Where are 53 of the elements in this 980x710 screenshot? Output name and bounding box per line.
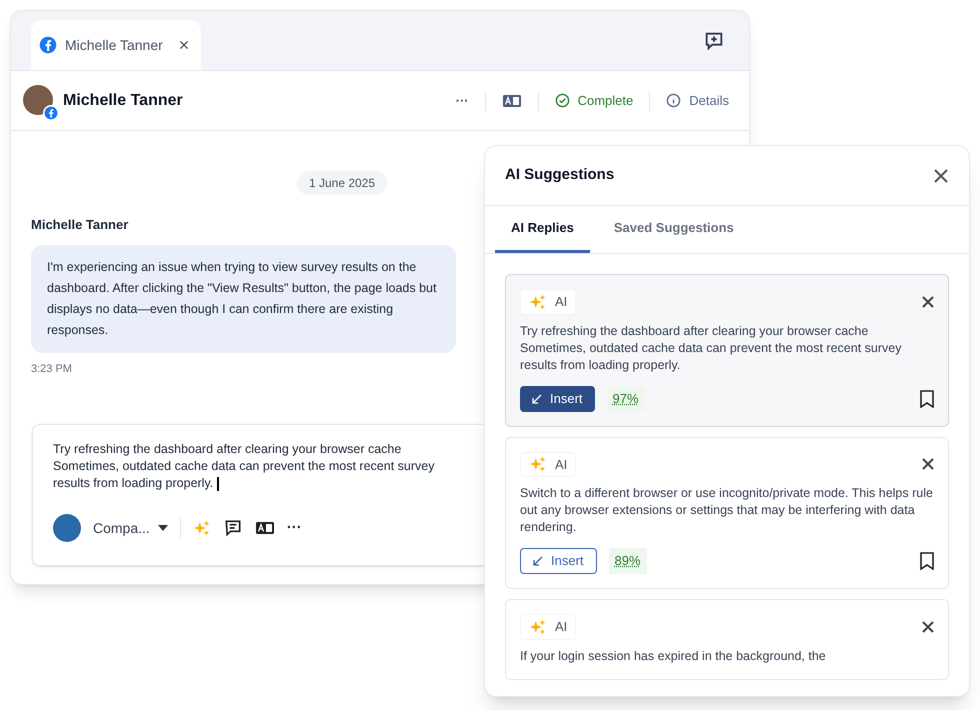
tab-title: Michelle Tanner <box>65 36 163 54</box>
sparkle-icon <box>529 292 547 311</box>
close-icon[interactable] <box>922 458 934 470</box>
facebook-icon <box>39 36 57 54</box>
sparkle-icon <box>529 618 547 636</box>
insert-button[interactable]: Insert <box>520 386 595 412</box>
ai-badge: AI <box>520 289 576 314</box>
panel-tab[interactable]: AI Replies <box>495 206 590 253</box>
suggestion-text: Switch to a different browser or use incognito/private mode. This helps rule out any browser extensions or settings that may be interfering with data rendering. <box>520 485 934 536</box>
new-message-icon[interactable] <box>703 30 725 52</box>
close-tab-button[interactable]: × <box>178 32 190 58</box>
details-button[interactable]: Details <box>666 90 729 110</box>
confidence-score: 97% <box>606 386 645 412</box>
complete-button[interactable]: Complete <box>554 90 634 110</box>
close-icon[interactable] <box>922 620 934 633</box>
insert-button[interactable]: Insert <box>520 548 597 574</box>
account-avatar <box>53 514 81 542</box>
sparkle-icon <box>529 455 547 474</box>
bookmark-icon[interactable] <box>920 552 934 570</box>
caret-icon <box>158 525 168 531</box>
panel-title: AI Suggestions <box>505 165 614 186</box>
sender-name: Michelle Tanner <box>31 216 128 234</box>
suggestion-card[interactable]: AI Switch to a different browser or use incognito/private mode. This helps rule out any browser extensions or settings that may be interfering with data rendering. Insert 89% <box>505 436 949 589</box>
translate-icon[interactable] <box>254 520 275 536</box>
comment-icon[interactable] <box>222 518 243 538</box>
message-bubble: I'm experiencing an issue when trying to view survey results on the dashboard. After clicking the "View Results" button, the page loads but displays no data—even though I can confirm there are existing responses. <box>31 244 456 352</box>
suggestion-text: Try refreshing the dashboard after clearing your browser cache Sometimes, outdated cache data can prevent the most recent survey results from loading properly. <box>520 322 902 374</box>
check-circle-icon <box>554 93 570 108</box>
more-button[interactable]: ··· <box>286 516 302 540</box>
conversation-tab[interactable]: Michelle Tanner × <box>31 20 201 70</box>
message-time: 3:23 PM <box>31 362 72 376</box>
account-dropdown[interactable]: Compa... <box>93 518 168 538</box>
bookmark-icon[interactable] <box>920 390 934 408</box>
ai-badge: AI <box>520 614 576 640</box>
ai-badge: AI <box>520 452 576 477</box>
suggestion-card[interactable]: AI Try refreshing the dashboard after clearing your browser cache Sometimes, outdated cache data can prevent the most recent survey results from loading properly. Insert 97% <box>505 274 949 426</box>
arrow-icon <box>532 394 542 404</box>
text-cursor <box>217 476 220 491</box>
more-button[interactable]: ··· <box>456 90 469 110</box>
confidence-score: 89% <box>608 548 647 574</box>
arrow-icon <box>533 556 543 566</box>
date-badge: 1 June 2025 <box>296 171 388 195</box>
info-icon <box>666 93 682 108</box>
facebook-icon <box>44 106 58 120</box>
reply-input[interactable]: Try refreshing the dashboard after clearing your browser cache Sometimes, outdated cache data can prevent the most recent survey results from loading properly. <box>53 441 463 492</box>
avatar <box>23 84 53 114</box>
contact-name: Michelle Tanner <box>63 90 183 110</box>
translate-icon[interactable] <box>502 92 522 108</box>
close-icon[interactable] <box>922 296 934 308</box>
suggestion-text: If your login session has expired in the background, the <box>520 648 827 664</box>
close-icon[interactable] <box>933 168 949 184</box>
suggestion-card[interactable]: AI If your login session has expired in the background, the <box>505 599 949 680</box>
panel-tab[interactable]: Saved Suggestions <box>598 206 750 253</box>
